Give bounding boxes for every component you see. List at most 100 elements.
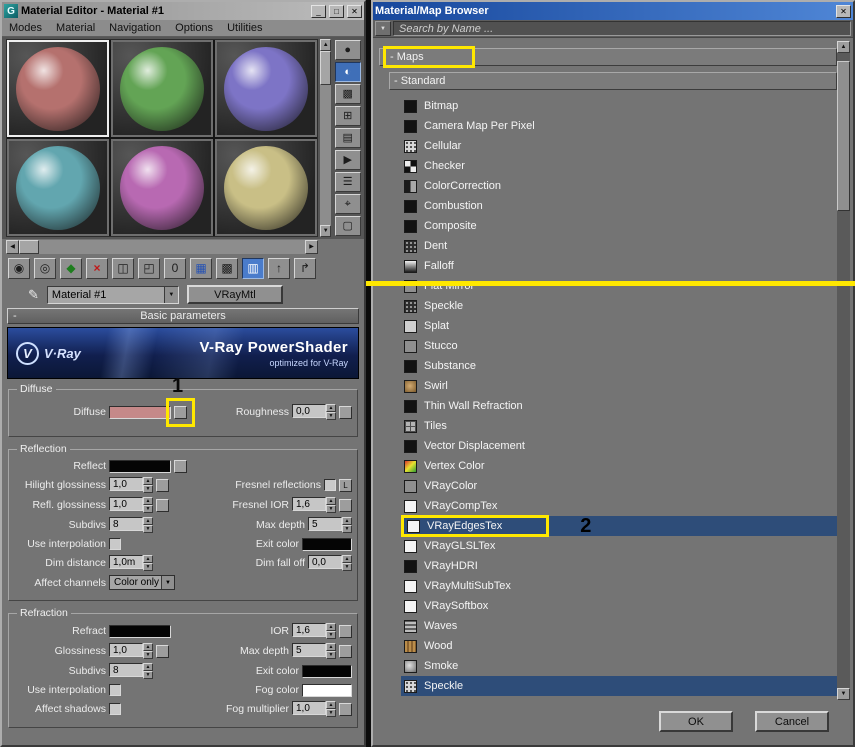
map-item[interactable]: Swirl (401, 376, 837, 396)
map-item[interactable]: Stucco (401, 336, 837, 356)
pick-material-eyedropper-icon[interactable]: ✎ (28, 287, 39, 303)
scroll-thumb[interactable] (19, 240, 39, 254)
show-material-in-viewport-button[interactable]: ▦ (190, 257, 212, 279)
put-material-to-scene-button[interactable]: ◎ (34, 257, 56, 279)
search-options-icon[interactable]: ▼ (375, 21, 391, 36)
menu-navigation[interactable]: Navigation (109, 22, 161, 34)
group-header-maps[interactable]: - Maps (379, 46, 837, 68)
maximize-button[interactable]: □ (329, 4, 344, 18)
map-item[interactable]: Vertex Color (401, 456, 837, 476)
map-item[interactable]: Camera Map Per Pixel (401, 116, 837, 136)
scroll-right-icon[interactable]: ▶ (305, 240, 318, 254)
get-material-button[interactable]: ◉ (8, 257, 30, 279)
map-item[interactable]: Splat (401, 316, 837, 336)
ok-button[interactable]: OK (659, 711, 733, 732)
map-item[interactable]: VRayHDRI (401, 556, 837, 576)
spinner[interactable]: 1,0 ▲ ▼ (109, 477, 153, 493)
scroll-down-icon[interactable]: ▼ (837, 688, 850, 700)
spinner-arrows-icon[interactable]: ▲ ▼ (342, 517, 352, 533)
reset-map-button[interactable]: × (86, 257, 108, 279)
map-item[interactable]: Checker (401, 156, 837, 176)
checkbox[interactable] (109, 703, 121, 715)
color-swatch[interactable] (109, 405, 171, 419)
spinner[interactable]: 5 ▲ ▼ (308, 517, 352, 533)
menu-options[interactable]: Options (175, 22, 213, 34)
material-id-channel-button[interactable]: 0 (164, 257, 186, 279)
material-slot[interactable] (111, 40, 213, 137)
map-button[interactable] (339, 624, 352, 638)
go-forward-to-sibling-button[interactable]: ↱ (294, 257, 316, 279)
material-editor-titlebar[interactable]: G Material Editor - Material #1 _ □ ✕ (2, 2, 364, 20)
map-item[interactable]: Flat Mirror (401, 276, 837, 296)
scroll-track[interactable] (320, 51, 332, 225)
spinner[interactable]: 1,6 ▲ ▼ (292, 623, 336, 639)
show-end-result-button[interactable]: ▩ (216, 257, 238, 279)
spinner[interactable]: 5 ▲ ▼ (292, 643, 336, 659)
browser-scrollbar[interactable]: ▲ ▼ (837, 41, 850, 700)
spinner-arrows-icon[interactable]: ▲ ▼ (143, 517, 153, 533)
map-item[interactable]: VRayCompTex (401, 496, 837, 516)
scroll-up-icon[interactable]: ▲ (837, 41, 850, 53)
rollout-basic-parameters[interactable]: - Basic parameters (7, 308, 359, 324)
select-by-material-button[interactable]: ⌖ (334, 194, 361, 214)
spinner[interactable]: 1,0m ▲ ▼ (109, 555, 153, 571)
map-button[interactable] (339, 498, 352, 512)
spinner-arrows-icon[interactable]: ▲ ▼ (326, 643, 336, 659)
background-button[interactable]: ▩ (334, 84, 361, 104)
map-item[interactable]: Combustion (401, 196, 837, 216)
material-slot[interactable] (111, 139, 213, 236)
close-icon[interactable]: ✕ (836, 4, 851, 18)
map-item[interactable]: Wood (401, 636, 837, 656)
map-button[interactable] (339, 702, 352, 716)
material-slot[interactable] (215, 40, 317, 137)
map-item[interactable]: Smoke (401, 656, 837, 676)
scroll-track[interactable] (39, 240, 305, 254)
map-button[interactable] (156, 644, 169, 658)
scroll-up-icon[interactable]: ▲ (320, 39, 332, 51)
spinner-arrows-icon[interactable]: ▲ ▼ (143, 497, 153, 513)
scroll-track[interactable] (837, 53, 850, 688)
color-swatch[interactable] (302, 537, 352, 551)
map-item[interactable]: Bitmap (401, 96, 837, 116)
map-item[interactable]: VRayGLSLTex (401, 536, 837, 556)
dropdown[interactable]: Color only ▼ (109, 575, 175, 590)
video-color-check-button[interactable]: ▤ (334, 128, 361, 148)
spinner[interactable]: 1,0 ▲ ▼ (292, 701, 336, 717)
map-item[interactable]: Tiles (401, 416, 837, 436)
spinner-arrows-icon[interactable]: ▲ ▼ (326, 701, 336, 717)
search-input[interactable]: Search by Name ... (393, 21, 851, 36)
spinner[interactable]: 0,0 ▲ ▼ (292, 404, 336, 420)
assign-material-to-selection-button[interactable]: ◆ (60, 257, 82, 279)
make-preview-button[interactable]: ▶ (334, 150, 361, 170)
spinner-arrows-icon[interactable]: ▲ ▼ (326, 623, 336, 639)
map-button[interactable]: L (339, 478, 352, 492)
map-item[interactable]: VRayColor (401, 476, 837, 496)
close-icon[interactable]: ✕ (347, 4, 362, 18)
menu-material[interactable]: Material (56, 22, 95, 34)
spinner-arrows-icon[interactable]: ▲ ▼ (326, 497, 336, 513)
checkbox[interactable] (109, 684, 121, 696)
map-button[interactable] (174, 459, 187, 473)
material-slot[interactable] (7, 40, 109, 137)
map-item[interactable]: Cellular (401, 136, 837, 156)
go-to-parent-button[interactable]: ↑ (268, 257, 290, 279)
browser-titlebar[interactable]: Material/Map Browser ✕ (373, 2, 853, 20)
spinner-arrows-icon[interactable]: ▲ ▼ (326, 404, 336, 420)
map-item[interactable]: Speckle (401, 676, 837, 696)
backlight-button[interactable]: ◐ (334, 62, 361, 82)
map-item[interactable]: ColorCorrection (401, 176, 837, 196)
spinner[interactable]: 0,0 ▲ ▼ (308, 555, 352, 571)
spinner-arrows-icon[interactable]: ▲ ▼ (342, 555, 352, 571)
map-button[interactable] (339, 644, 352, 658)
minimize-button[interactable]: _ (311, 4, 326, 18)
map-button[interactable] (156, 498, 169, 512)
material-name-dropdown[interactable]: Material #1 ▼ (46, 285, 179, 304)
material-slot[interactable] (7, 139, 109, 236)
map-button[interactable] (166, 397, 195, 427)
color-swatch[interactable] (302, 683, 352, 697)
material-slot[interactable] (215, 139, 317, 236)
group-header-standard[interactable]: - Standard (389, 72, 837, 90)
map-item[interactable]: Substance (401, 356, 837, 376)
scroll-thumb[interactable] (320, 51, 332, 85)
map-item[interactable]: Composite (401, 216, 837, 236)
